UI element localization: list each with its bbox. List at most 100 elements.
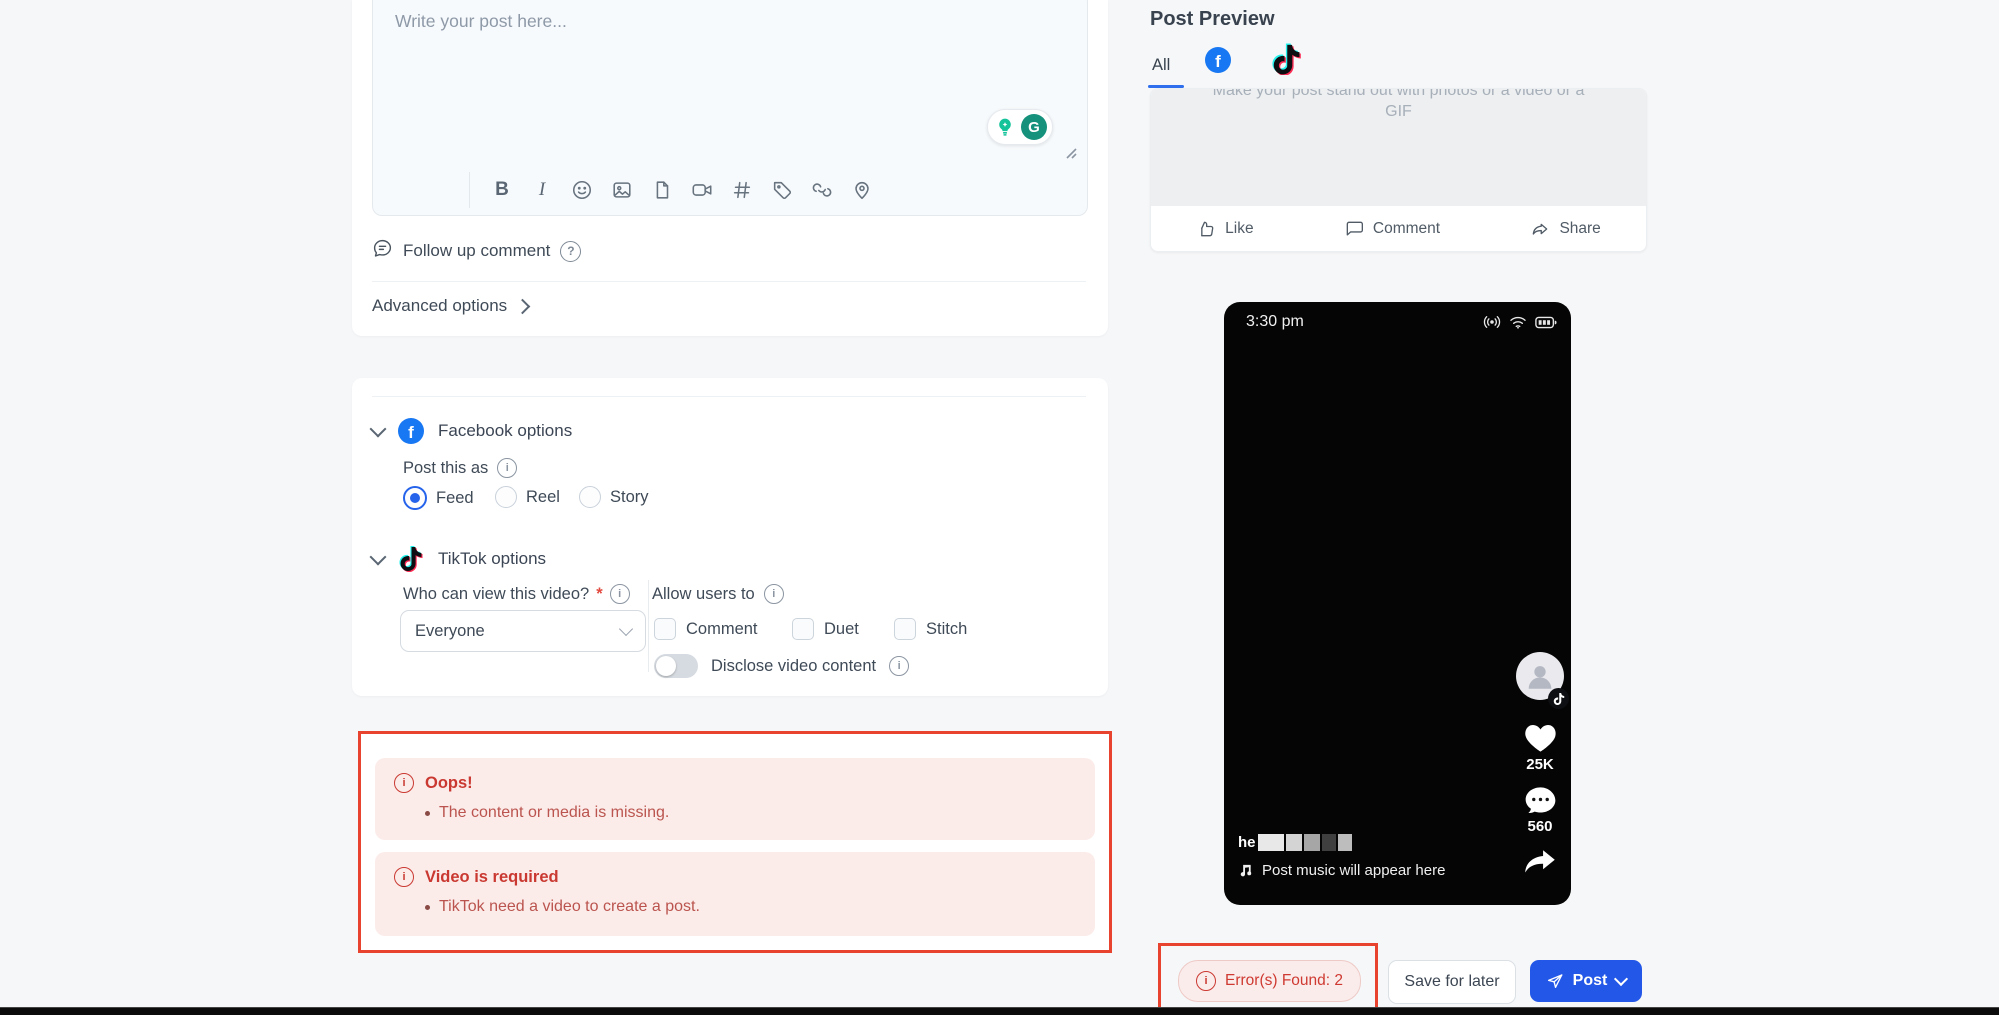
post-button[interactable]: Post xyxy=(1530,960,1642,1002)
disclose-label: Disclose video content xyxy=(711,656,877,675)
error-alert-message: TikTok need a video to create a post. xyxy=(425,898,1076,916)
advanced-options-label: Advanced options xyxy=(372,296,508,315)
person-icon xyxy=(1528,666,1552,689)
checkbox-icon[interactable] xyxy=(894,618,916,640)
info-icon[interactable] xyxy=(889,656,910,676)
radio-story[interactable]: Story xyxy=(579,486,649,508)
checkbox-icon[interactable] xyxy=(654,618,676,640)
radio-reel[interactable]: Reel xyxy=(495,486,560,508)
media-hint-line2: GIF xyxy=(1385,103,1412,120)
info-icon[interactable] xyxy=(609,584,630,604)
divider xyxy=(372,396,1086,397)
disclose-toggle[interactable] xyxy=(654,654,698,678)
lightbulb-icon[interactable] xyxy=(993,115,1017,139)
bold-icon[interactable] xyxy=(490,178,514,202)
radio-story-label: Story xyxy=(610,487,649,506)
follow-up-comment-toggle[interactable]: Follow up comment xyxy=(372,238,582,264)
comment-count: 560 xyxy=(1527,818,1553,835)
image-icon[interactable] xyxy=(610,178,634,202)
preview-tab-all[interactable]: All xyxy=(1152,56,1170,75)
grammarly-icon[interactable] xyxy=(1021,114,1047,140)
chevron-right-icon xyxy=(514,298,531,314)
error-alert-title: Oops! xyxy=(425,773,473,792)
disclose-video-content-row: Disclose video content xyxy=(654,654,910,678)
facebook-options-header[interactable]: Facebook options xyxy=(369,418,573,444)
location-icon[interactable] xyxy=(850,178,874,202)
preview-tab-tiktok[interactable] xyxy=(1270,43,1302,76)
video-icon[interactable] xyxy=(690,178,714,202)
facebook-preview-card: Make your post stand out with photos or … xyxy=(1150,88,1647,252)
follow-up-comment-label: Follow up comment xyxy=(403,241,551,260)
phone-clock: 3:30 pm xyxy=(1246,313,1304,330)
who-can-view-value: Everyone xyxy=(415,621,485,640)
composer-card: Write your post here... G B I Follow up … xyxy=(352,0,1108,336)
error-count-pill[interactable]: Error(s) Found: 2 xyxy=(1178,960,1362,1002)
error-alert-content: Oops! The content or media is missing. xyxy=(375,758,1095,840)
radio-icon[interactable] xyxy=(579,486,601,508)
network-options-card: Facebook options Post this as Feed Reel … xyxy=(352,378,1108,696)
wifi-icon xyxy=(1510,316,1526,329)
advanced-options-link[interactable]: Advanced options xyxy=(372,296,531,316)
link-icon[interactable] xyxy=(810,178,834,202)
tiktok-icon xyxy=(398,545,424,573)
checkbox-icon[interactable] xyxy=(792,618,814,640)
italic-icon[interactable] xyxy=(530,178,554,202)
chevron-down-icon xyxy=(369,420,387,438)
checkbox-duet[interactable]: Duet xyxy=(792,618,859,640)
tiktok-icon xyxy=(1272,43,1301,76)
file-icon[interactable] xyxy=(650,178,674,202)
tiktok-options-header[interactable]: TikTok options xyxy=(369,545,546,573)
who-can-view-select[interactable]: Everyone xyxy=(400,610,646,652)
radio-icon[interactable] xyxy=(495,486,517,508)
preview-comment-action: Comment xyxy=(1344,219,1440,239)
checkbox-comment[interactable]: Comment xyxy=(654,618,758,640)
username-text: he xyxy=(1238,834,1256,851)
save-for-later-button[interactable]: Save for later xyxy=(1388,960,1516,1004)
required-asterisk: * xyxy=(596,584,603,603)
heart-icon xyxy=(1524,723,1557,758)
comment-icon xyxy=(1346,221,1363,235)
phone-status-icons xyxy=(1483,314,1557,330)
redacted-block xyxy=(1257,834,1284,851)
composer-toolbar xyxy=(469,172,874,208)
post-text-input[interactable]: Write your post here... xyxy=(372,0,1088,216)
facebook-preview-actions: Like Comment Share xyxy=(1151,206,1646,251)
tiktok-preview-phone: 3:30 pm 25K 560 he Post music will appea… xyxy=(1224,302,1571,905)
checkbox-stitch[interactable]: Stitch xyxy=(894,618,967,640)
chevron-down-icon xyxy=(369,548,387,566)
facebook-icon xyxy=(1205,47,1231,73)
preview-tab-facebook[interactable] xyxy=(1205,47,1231,73)
post-this-as-text: Post this as xyxy=(403,458,489,477)
textarea-resize-handle[interactable] xyxy=(1063,145,1079,161)
chevron-down-icon xyxy=(618,621,634,637)
error-count-label: Error(s) Found: 2 xyxy=(1225,972,1344,989)
battery-icon xyxy=(1535,316,1557,328)
help-icon[interactable] xyxy=(560,240,582,262)
facebook-icon xyxy=(398,418,424,444)
comment-bubble-icon xyxy=(372,238,393,264)
thumbs-up-icon xyxy=(1201,221,1214,236)
info-icon[interactable] xyxy=(497,458,518,478)
radio-feed[interactable]: Feed xyxy=(403,486,474,510)
emoji-icon[interactable] xyxy=(570,178,594,202)
facebook-options-title: Facebook options xyxy=(438,421,573,440)
info-icon[interactable] xyxy=(763,584,784,604)
who-can-view-label: Who can view this video? * xyxy=(403,584,630,604)
post-input-placeholder: Write your post here... xyxy=(395,11,567,31)
checkbox-duet-label: Duet xyxy=(824,619,859,638)
radio-reel-label: Reel xyxy=(526,487,560,506)
like-label: Like xyxy=(1225,219,1254,237)
writing-assistant-widget[interactable] xyxy=(987,109,1053,145)
paper-plane-icon xyxy=(1547,974,1563,988)
radio-selected-icon[interactable] xyxy=(403,486,427,510)
error-info-icon xyxy=(1196,971,1216,991)
allow-users-text: Allow users to xyxy=(652,584,755,603)
who-can-view-text: Who can view this video? xyxy=(403,584,590,603)
tag-icon[interactable] xyxy=(770,178,794,202)
redacted-block xyxy=(1303,834,1320,851)
music-placeholder-text: Post music will appear here xyxy=(1262,862,1446,879)
redacted-block xyxy=(1337,834,1352,851)
hashtag-icon[interactable] xyxy=(730,178,754,202)
save-for-later-label: Save for later xyxy=(1404,973,1500,990)
redacted-block xyxy=(1285,834,1302,851)
